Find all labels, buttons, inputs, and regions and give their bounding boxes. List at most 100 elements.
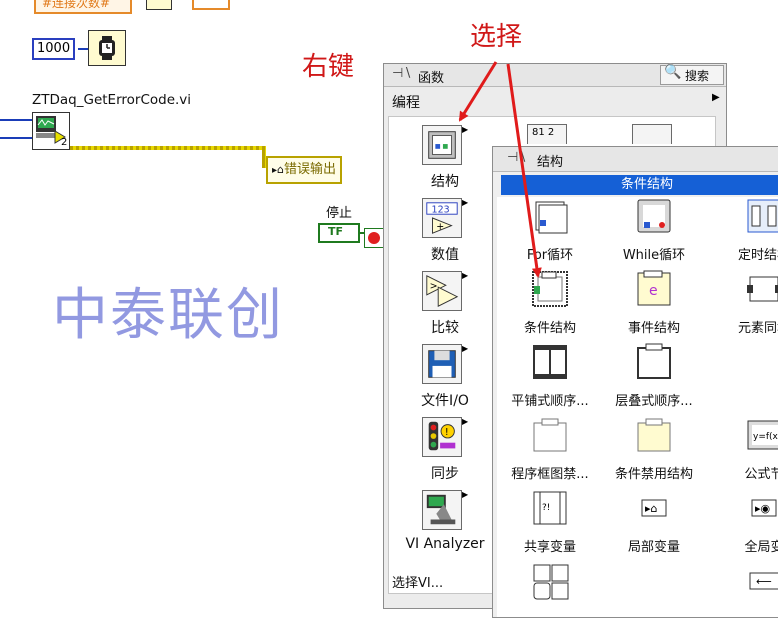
structure-item-label: 元素同址: [737, 321, 778, 336]
error-out-house-icon: ⌂: [277, 163, 285, 176]
numeric-constant-value: 1000: [37, 41, 71, 56]
global-variable-icon: ▸◉: [744, 488, 778, 528]
structure-item-stacked-sequence[interactable]: 层叠式顺序...: [615, 342, 736, 409]
svg-text:▸⌂: ▸⌂: [645, 502, 658, 515]
svg-text:+: +: [436, 221, 444, 232]
category-numeric[interactable]: 123 + ▶ 数值: [400, 198, 490, 264]
bool-constant-label: TF: [328, 225, 344, 238]
structure-item-in-place-element[interactable]: 元素同址: [736, 269, 778, 336]
svg-text:e: e: [649, 283, 658, 299]
top-node-output-partial[interactable]: [192, 0, 230, 10]
stop-label: 停止: [326, 206, 353, 221]
section-expand-arrow-icon[interactable]: ▶: [712, 92, 720, 103]
synchronization-icon: !: [422, 417, 462, 457]
numeric-constant[interactable]: 1000: [32, 38, 76, 60]
svg-text:!: !: [445, 427, 449, 438]
structure-item-label: For循环: [526, 248, 574, 263]
category-label: VI Analyzer: [405, 536, 485, 552]
flat-sequence-icon: [530, 342, 570, 382]
structure-item-label: 平铺式顺序...: [511, 394, 589, 409]
structures-grid: For循环 While循环 定时结构 条件结构 e 事件结构 元素同址 平铺式顺…: [500, 196, 778, 607]
category-column: ▶ 结构 123 + ▶ 数值 > ▶ 比较 ▶ 文件I/O ! ▶ 同步 ▶ V…: [400, 125, 490, 565]
category-expand-arrow-icon: ▶: [462, 490, 469, 499]
svg-text:▸◉: ▸◉: [755, 502, 770, 515]
event-structure-icon: e: [634, 269, 674, 309]
structures-palette-titlebar[interactable]: ⊣∖ 结构: [493, 147, 778, 172]
shared-variable-icon: ?!: [530, 488, 570, 528]
category-vi-analyzer[interactable]: ▶ VI Analyzer: [400, 490, 490, 556]
structure-item-label: 事件结构: [627, 321, 680, 336]
case-structure-icon: [530, 269, 570, 309]
category-expand-arrow-icon: ▶: [462, 344, 469, 353]
category-structures[interactable]: ▶ 结构: [400, 125, 490, 191]
for-loop-icon: [530, 196, 570, 236]
top-node-icon-partial[interactable]: [146, 0, 172, 10]
subvi-node[interactable]: 2: [32, 112, 70, 150]
wire-in-2[interactable]: [0, 137, 34, 139]
selected-item-header: 条件结构: [501, 175, 778, 195]
subvi-name-label: ZTDaq_GetErrorCode.vi: [32, 92, 192, 108]
feedback-node-icon[interactable]: ⟵: [744, 561, 778, 603]
structure-item-label: 共享变量: [523, 540, 576, 555]
subvi-terminal-digit: 2: [61, 137, 68, 148]
misc-structure-icon[interactable]: [530, 561, 572, 603]
watch-icon: [99, 36, 115, 60]
top-node-partial[interactable]: #连接次数#: [34, 0, 132, 14]
annotation-select: 选择: [470, 22, 523, 52]
structures-pushpin-icon[interactable]: ⊣∖: [507, 150, 527, 165]
search-button[interactable]: 🔍 搜索: [660, 64, 724, 85]
timed-structure-icon: [744, 196, 778, 236]
svg-text:y=f(x): y=f(x): [753, 432, 778, 442]
structure-item-label: 局部变量: [627, 540, 680, 555]
structure-item-label: While循环: [622, 248, 686, 263]
functions-palette-title: 函数: [418, 71, 445, 86]
category-label: 比较: [431, 320, 459, 336]
category-label: 文件I/O: [421, 393, 469, 409]
error-out-indicator[interactable]: ▸⌂错误输出: [266, 156, 343, 184]
wire-in-1[interactable]: [0, 119, 34, 121]
category-expand-arrow-icon: ▶: [462, 198, 469, 207]
bool-constant[interactable]: TF: [318, 223, 360, 243]
wait-ms-node[interactable]: [88, 30, 126, 66]
numeric-icon: 123 +: [422, 198, 462, 238]
category-expand-arrow-icon: ▶: [462, 417, 469, 426]
search-label: 搜索: [685, 69, 710, 83]
array-index-icon: 81 2: [532, 127, 555, 138]
structure-item-formula-node[interactable]: y=f(x) 公式节: [736, 415, 778, 482]
conditional-disable-icon: [634, 415, 674, 455]
svg-text:?!: ?!: [542, 503, 550, 513]
structure-item-label: 条件结构: [523, 321, 576, 336]
structure-item-label: 公式节: [744, 467, 778, 482]
structure-item-label: 定时结构: [737, 248, 778, 263]
structure-item-label: 层叠式顺序...: [615, 394, 693, 409]
category-label: 同步: [431, 466, 459, 482]
search-icon: 🔍: [664, 64, 682, 80]
structure-item-label: 全局变: [744, 540, 778, 555]
comparison-icon: >: [422, 271, 462, 311]
stop-terminal[interactable]: [364, 228, 384, 248]
structure-item-timed-structure[interactable]: 定时结构: [736, 196, 778, 263]
structure-item-label: 条件禁用结构: [614, 467, 693, 482]
palette-section-programming[interactable]: 编程: [392, 92, 420, 112]
diagram-disable-icon: [530, 415, 570, 455]
top-node-label: #连接次数#: [42, 0, 111, 10]
arrays-icon-partial[interactable]: 81 2: [527, 124, 567, 144]
file-io-icon: [422, 344, 462, 384]
category-synchronization[interactable]: ! ▶ 同步: [400, 417, 490, 483]
category-file-io[interactable]: ▶ 文件I/O: [400, 344, 490, 410]
structure-item-label: 程序框图禁...: [511, 467, 589, 482]
functions-palette-titlebar[interactable]: ⊣∖ 函数 🔍 搜索: [384, 64, 726, 87]
svg-text:⟵: ⟵: [756, 575, 772, 588]
vi-analyzer-icon: [422, 490, 462, 530]
structure-item-global-variable[interactable]: ▸◉ 全局变: [736, 488, 778, 555]
error-wire-1[interactable]: [70, 146, 266, 150]
svg-text:123: 123: [432, 204, 450, 215]
cluster-icon-partial[interactable]: [632, 124, 672, 144]
category-comparison[interactable]: > ▶ 比较: [400, 271, 490, 337]
stacked-sequence-icon: [634, 342, 674, 382]
svg-text:>: >: [430, 281, 438, 292]
in-place-element-icon: [744, 269, 778, 309]
pushpin-icon[interactable]: ⊣∖: [392, 66, 412, 81]
formula-node-icon: y=f(x): [744, 415, 778, 455]
select-vi-item[interactable]: 选择VI...: [392, 572, 443, 591]
